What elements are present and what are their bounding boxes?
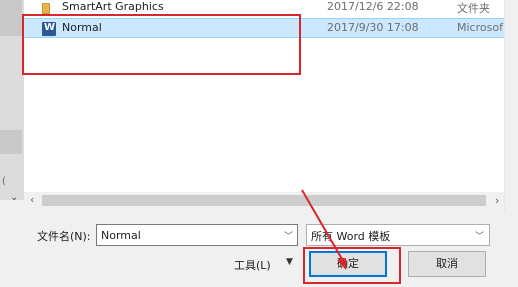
annotation-arrow: [301, 189, 347, 270]
